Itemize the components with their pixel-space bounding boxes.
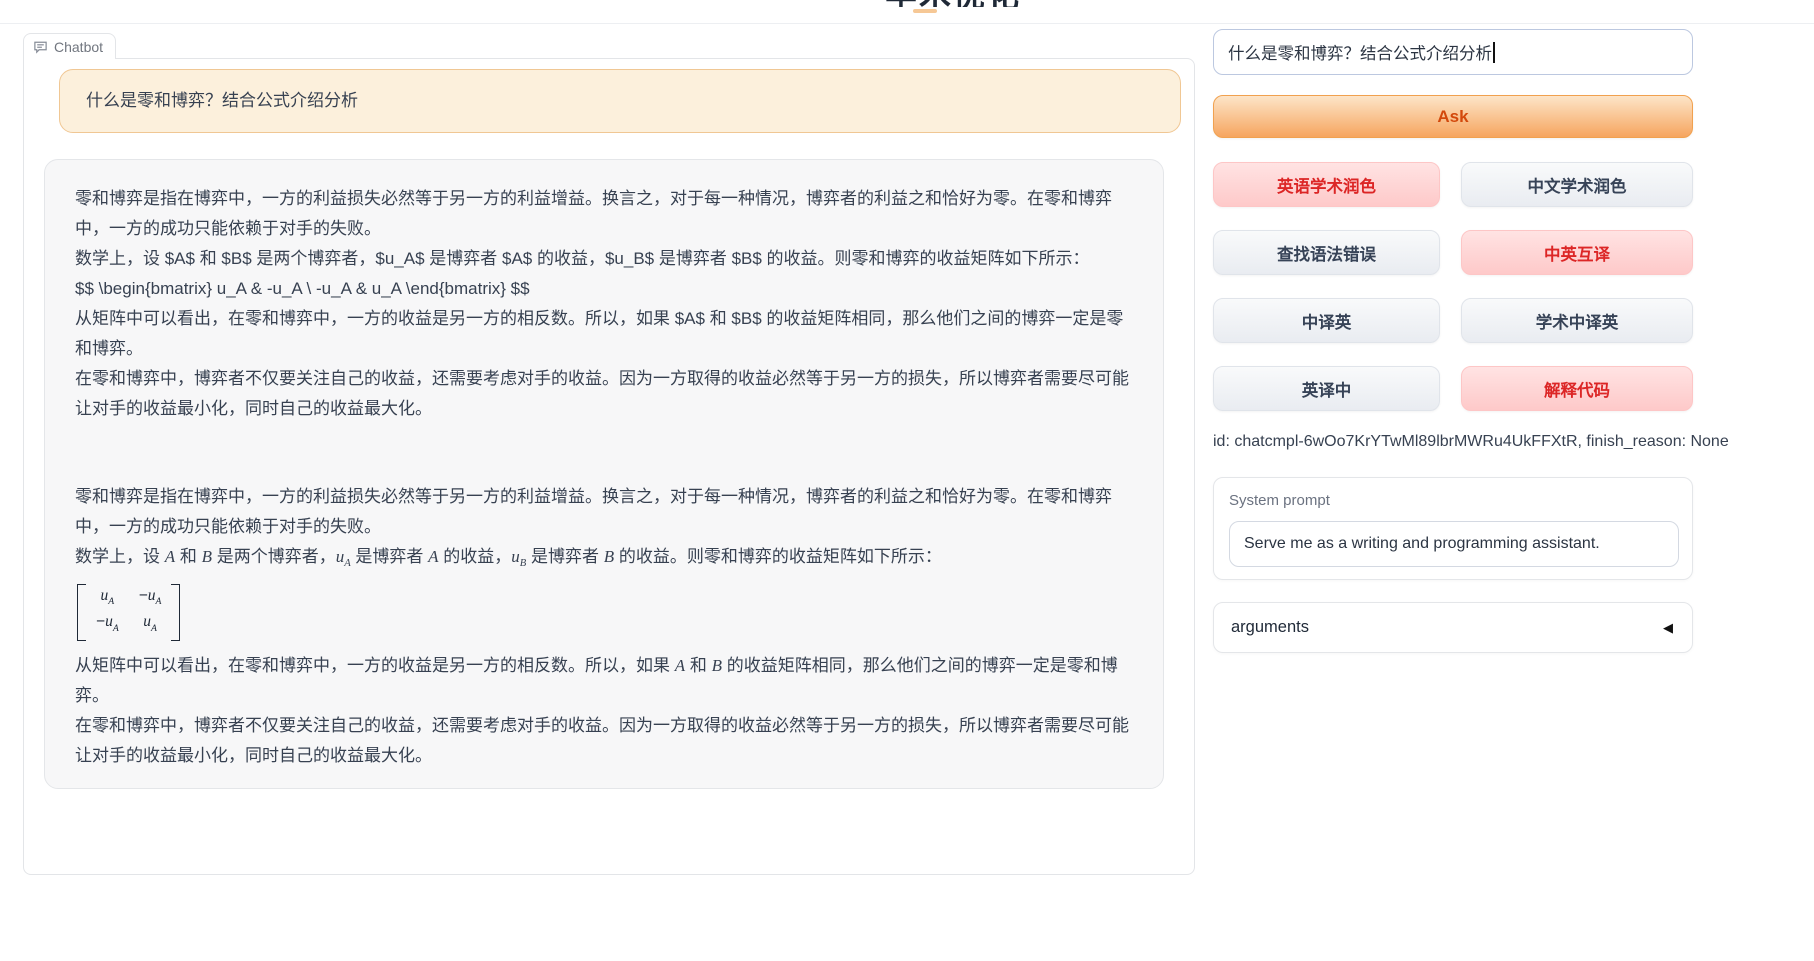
- btn-chinese-academic-polish[interactable]: 中文学术润色: [1461, 162, 1693, 207]
- btn-en-to-zh[interactable]: 英译中: [1213, 366, 1440, 411]
- system-prompt-card: System prompt: [1213, 477, 1693, 580]
- app-root: 学术优化 Chatbot 什么是零和博弈？结合公式介绍分析 零和博弈是指在博弈中…: [0, 0, 1814, 961]
- title-underline: [913, 9, 937, 13]
- page-title-fragment: 学术优化: [885, 0, 1055, 7]
- completion-status: id: chatcmpl-6wOo7KrYTwMl89lbrMWRu4UkFFX…: [1213, 433, 1773, 451]
- arguments-accordion[interactable]: arguments ◀: [1213, 602, 1693, 653]
- bot-paragraph-raw-1: 零和博弈是指在博弈中，一方的利益损失必然等于另一方的利益增益。换言之，对于每一种…: [75, 184, 1133, 244]
- text-cursor: [1493, 42, 1495, 63]
- bot-paragraph-rendered-3: 从矩阵中可以看出，在零和博弈中，一方的收益是另一方的相反数。所以，如果 A 和 …: [75, 651, 1133, 711]
- chatbot-label: Chatbot: [23, 33, 116, 59]
- user-message: 什么是零和博弈？结合公式介绍分析: [59, 69, 1181, 133]
- bot-paragraph-rendered-1: 零和博弈是指在博弈中，一方的利益损失必然等于另一方的利益增益。换言之，对于每一种…: [75, 482, 1133, 542]
- bot-paragraph-raw-formula: $$ \begin{bmatrix} u_A & -u_A \ -u_A & u…: [75, 274, 1133, 304]
- math-matrix-cells: uA−uA−uAuA: [86, 584, 171, 640]
- collapse-triangle-icon: ◀: [1663, 620, 1673, 636]
- chatbot-panel: 什么是零和博弈？结合公式介绍分析 零和博弈是指在博弈中，一方的利益损失必然等于另…: [23, 58, 1195, 875]
- math-matrix: uA−uA−uAuA: [77, 584, 180, 640]
- bot-paragraph-raw-4: 在零和博弈中，博弈者不仅要关注自己的收益，还需要考虑对手的收益。因为一方取得的收…: [75, 364, 1133, 424]
- question-input[interactable]: 什么是零和博弈？结合公式介绍分析: [1213, 29, 1693, 75]
- btn-english-academic-polish[interactable]: 英语学术润色: [1213, 162, 1440, 207]
- btn-zh-to-en[interactable]: 中译英: [1213, 298, 1440, 343]
- btn-zh-en-mutual-translate[interactable]: 中英互译: [1461, 230, 1693, 275]
- accordion-label: arguments: [1231, 618, 1309, 637]
- bot-paragraph-raw-3: 从矩阵中可以看出，在零和博弈中，一方的收益是另一方的相反数。所以，如果 $A$ …: [75, 304, 1133, 364]
- btn-explain-code[interactable]: 解释代码: [1461, 366, 1693, 411]
- btn-academic-zh-to-en[interactable]: 学术中译英: [1461, 298, 1693, 343]
- header-divider: [0, 23, 1814, 24]
- chat-bubble-icon: [33, 39, 48, 54]
- system-prompt-label: System prompt: [1229, 492, 1677, 509]
- btn-find-grammar-errors[interactable]: 查找语法错误: [1213, 230, 1440, 275]
- matrix-bracket-right: [171, 584, 180, 640]
- system-prompt-input[interactable]: [1229, 521, 1679, 567]
- question-input-value: 什么是零和博弈？结合公式介绍分析: [1228, 40, 1492, 64]
- bot-paragraph-rendered-4: 在零和博弈中，博弈者不仅要关注自己的收益，还需要考虑对手的收益。因为一方取得的收…: [75, 711, 1133, 771]
- user-message-text: 什么是零和博弈？结合公式介绍分析: [86, 86, 358, 116]
- bot-message: 零和博弈是指在博弈中，一方的利益损失必然等于另一方的利益增益。换言之，对于每一种…: [44, 159, 1164, 789]
- matrix-bracket-left: [77, 584, 86, 640]
- chatbot-label-text: Chatbot: [54, 39, 103, 55]
- ask-button[interactable]: Ask: [1213, 95, 1693, 138]
- paragraph-gap: [75, 424, 1133, 482]
- bot-paragraph-rendered-2: 数学上，设 A 和 B 是两个博弈者，uA 是博弈者 A 的收益，uB 是博弈者…: [75, 542, 1133, 579]
- bot-paragraph-raw-2: 数学上，设 $A$ 和 $B$ 是两个博弈者，$u_A$ 是博弈者 $A$ 的收…: [75, 244, 1133, 274]
